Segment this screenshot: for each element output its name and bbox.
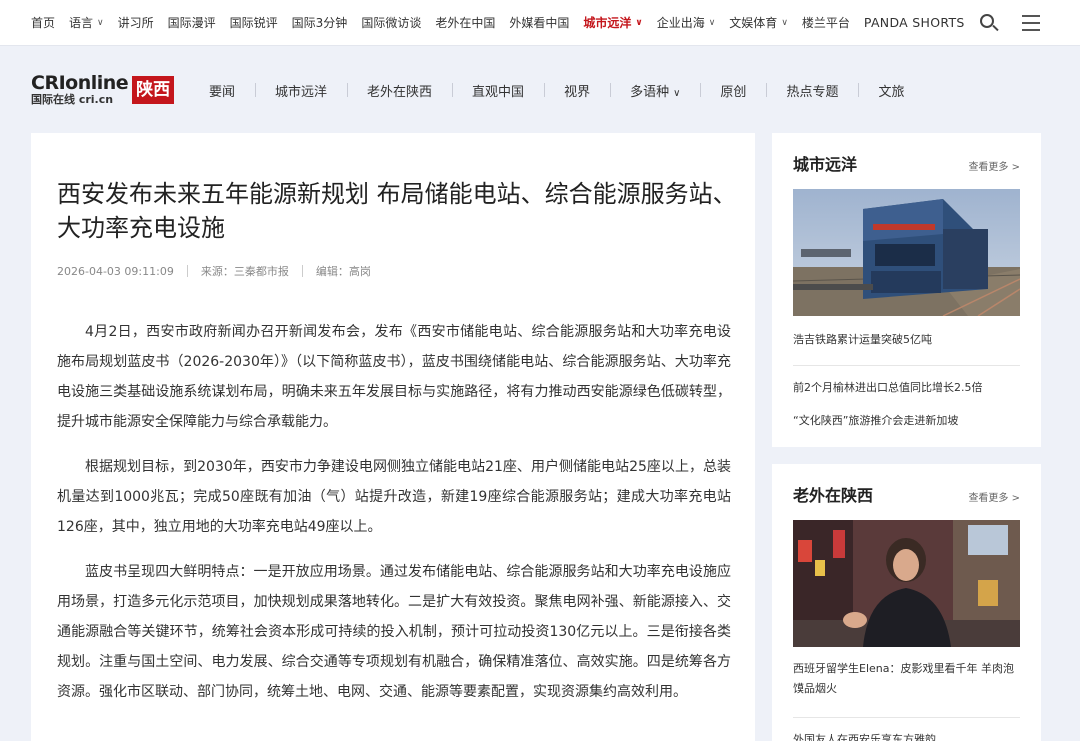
article-paragraph: 4月2日，西安市政府新闻办召开新闻发布会，发布《西安市储能电站、综合能源服务站和… xyxy=(57,324,731,430)
news-link[interactable]: 外国友人在西安乐享东方雅韵 xyxy=(793,730,1020,741)
article-title: 西安发布未来五年能源新规划 布局储能电站、综合能源服务站、大功率充电设施 xyxy=(57,180,737,242)
topnav-item-foreign-media[interactable]: 外媒看中国 xyxy=(509,14,569,31)
meta-divider xyxy=(301,265,303,277)
article-paragraph: 蓝皮书呈现四大鲜明特点：一是开放应用场景。通过发布储能电站、综合能源服务站和大功… xyxy=(57,564,731,700)
topnav-label: 老外在中国 xyxy=(435,16,496,30)
logo-text: CRIonline 国际在线 cri.cn xyxy=(31,72,129,107)
site-nav: 要闻 城市远洋 老外在陕西 直观中国 视界 多语种 ∨ 原创 热点专题 文旅 xyxy=(209,81,924,100)
card-header: 城市远洋 查看更多 > xyxy=(793,151,1020,175)
article-paragraph: 根据规划目标，到2030年，西安市力争建设电网侧独立储能电站21座、用户侧储能电… xyxy=(57,459,731,535)
site-nav-item[interactable]: 要闻 xyxy=(209,81,255,100)
menu-icon[interactable] xyxy=(1022,15,1040,31)
site-nav-item[interactable]: 老外在陕西 xyxy=(347,81,452,100)
logo-region-badge: 陕西 xyxy=(132,76,175,104)
site-nav-item[interactable]: 直观中国 xyxy=(452,81,544,100)
topnav-item-loulan[interactable]: 楼兰平台 xyxy=(802,14,850,31)
sidebar-card-foreigners: 老外在陕西 查看更多 > 西班牙留学生Elena：皮影戏里看千年 羊肉泡馍品烟火… xyxy=(772,464,1041,741)
street-photo[interactable] xyxy=(793,520,1020,647)
topnav-label: 文娱体育 xyxy=(729,16,778,30)
card-title: 城市远洋 xyxy=(793,155,858,174)
topnav-item-enterprise[interactable]: 企业出海 ∨ xyxy=(657,14,716,31)
topnav-label: 讲习所 xyxy=(117,16,154,30)
topnav-item-entertainment[interactable]: 文娱体育 ∨ xyxy=(729,14,788,31)
divider xyxy=(793,365,1020,366)
topnav-label: 国际微访谈 xyxy=(361,16,422,30)
train-photo[interactable] xyxy=(793,189,1020,316)
topnav-label: 城市远洋 xyxy=(583,16,632,30)
topnav-item-panda-shorts[interactable]: PANDA SHORTS xyxy=(864,15,965,30)
see-more-link[interactable]: 查看更多 > xyxy=(968,158,1020,173)
news-link[interactable]: “文化陕西”旅游推介会走进新加坡 xyxy=(793,411,1020,431)
search-icon[interactable] xyxy=(978,12,1000,34)
site-nav-item-multilingual[interactable]: 多语种 ∨ xyxy=(610,81,700,100)
site-logo[interactable]: CRIonline 国际在线 cri.cn 陕西 xyxy=(31,73,191,107)
chevron-down-icon: ∨ xyxy=(708,17,716,28)
article-source: 来源：三秦都市报 xyxy=(200,265,289,278)
topnav-item-foreigners[interactable]: 老外在中国 xyxy=(435,14,495,31)
divider xyxy=(793,717,1020,718)
topnav-label: PANDA SHORTS xyxy=(863,15,965,30)
topnav-label: 国际3分钟 xyxy=(291,16,348,30)
site-nav-item[interactable]: 视界 xyxy=(544,81,610,100)
sidebar-card-city: 城市远洋 查看更多 > 浩吉铁路累计运量突破5亿吨 前2个月榆林进出口总值同比增… xyxy=(772,133,1041,447)
topnav-item-cartoon[interactable]: 国际漫评 xyxy=(168,14,216,31)
site-nav-item[interactable]: 热点专题 xyxy=(766,81,858,100)
logo-sub: 国际在线 cri.cn xyxy=(31,93,114,106)
chevron-down-icon: ∨ xyxy=(97,17,104,28)
chevron-down-icon: ∨ xyxy=(635,17,643,28)
topnav-label: 国际锐评 xyxy=(229,16,278,30)
chevron-down-icon: ∨ xyxy=(781,17,788,28)
top-nav: 首页 语言 ∨ 讲习所 国际漫评 国际锐评 国际3分钟 国际微访谈 老外在中国 外… xyxy=(31,14,979,31)
top-nav-bar: 首页 语言 ∨ 讲习所 国际漫评 国际锐评 国际3分钟 国际微访谈 老外在中国 外… xyxy=(0,0,1080,46)
topnav-item-language[interactable]: 语言 ∨ xyxy=(69,14,104,31)
topnav-item-interview[interactable]: 国际微访谈 xyxy=(361,14,421,31)
topnav-item-commentary[interactable]: 国际锐评 xyxy=(230,14,278,31)
article-editor: 编辑：高岗 xyxy=(315,265,371,278)
site-nav-item[interactable]: 原创 xyxy=(700,81,766,100)
site-nav-item[interactable]: 城市远洋 xyxy=(255,81,347,100)
topnav-label: 企业出海 xyxy=(656,16,705,30)
site-nav-label: 多语种 xyxy=(630,84,670,100)
topnav-label: 首页 xyxy=(31,16,56,30)
news-link[interactable]: 前2个月榆林进出口总值同比增长2.5倍 xyxy=(793,378,1020,398)
meta-divider xyxy=(186,265,188,277)
see-more-link[interactable]: 查看更多 > xyxy=(968,489,1020,504)
topnav-item-3min[interactable]: 国际3分钟 xyxy=(292,14,348,31)
article-date: 2026-04-03 09:11:09 xyxy=(57,264,174,278)
card-headline[interactable]: 西班牙留学生Elena：皮影戏里看千年 羊肉泡馍品烟火 xyxy=(793,659,1020,699)
card-title: 老外在陕西 xyxy=(793,486,874,505)
card-headline[interactable]: 浩吉铁路累计运量突破5亿吨 xyxy=(793,330,1020,350)
chevron-down-icon: ∨ xyxy=(673,87,681,99)
topnav-item-home[interactable]: 首页 xyxy=(31,14,55,31)
topnav-label: 楼兰平台 xyxy=(801,16,850,30)
logo-main: CRIonline xyxy=(31,72,129,94)
top-icons xyxy=(978,12,1040,34)
topnav-item-lecture[interactable]: 讲习所 xyxy=(118,14,154,31)
topnav-label: 语言 xyxy=(69,16,94,30)
site-nav-item[interactable]: 文旅 xyxy=(858,81,924,100)
site-header: CRIonline 国际在线 cri.cn 陕西 要闻 城市远洋 老外在陕西 直… xyxy=(0,47,1080,133)
article-meta: 2026-04-03 09:11:09 来源：三秦都市报 编辑：高岗 xyxy=(57,263,729,279)
topnav-item-city[interactable]: 城市远洋 ∨ xyxy=(583,14,642,31)
article: 西安发布未来五年能源新规划 布局储能电站、综合能源服务站、大功率充电设施 202… xyxy=(31,133,755,741)
card-header: 老外在陕西 查看更多 > xyxy=(793,482,1020,506)
topnav-label: 国际漫评 xyxy=(167,16,216,30)
topnav-label: 外媒看中国 xyxy=(509,16,570,30)
